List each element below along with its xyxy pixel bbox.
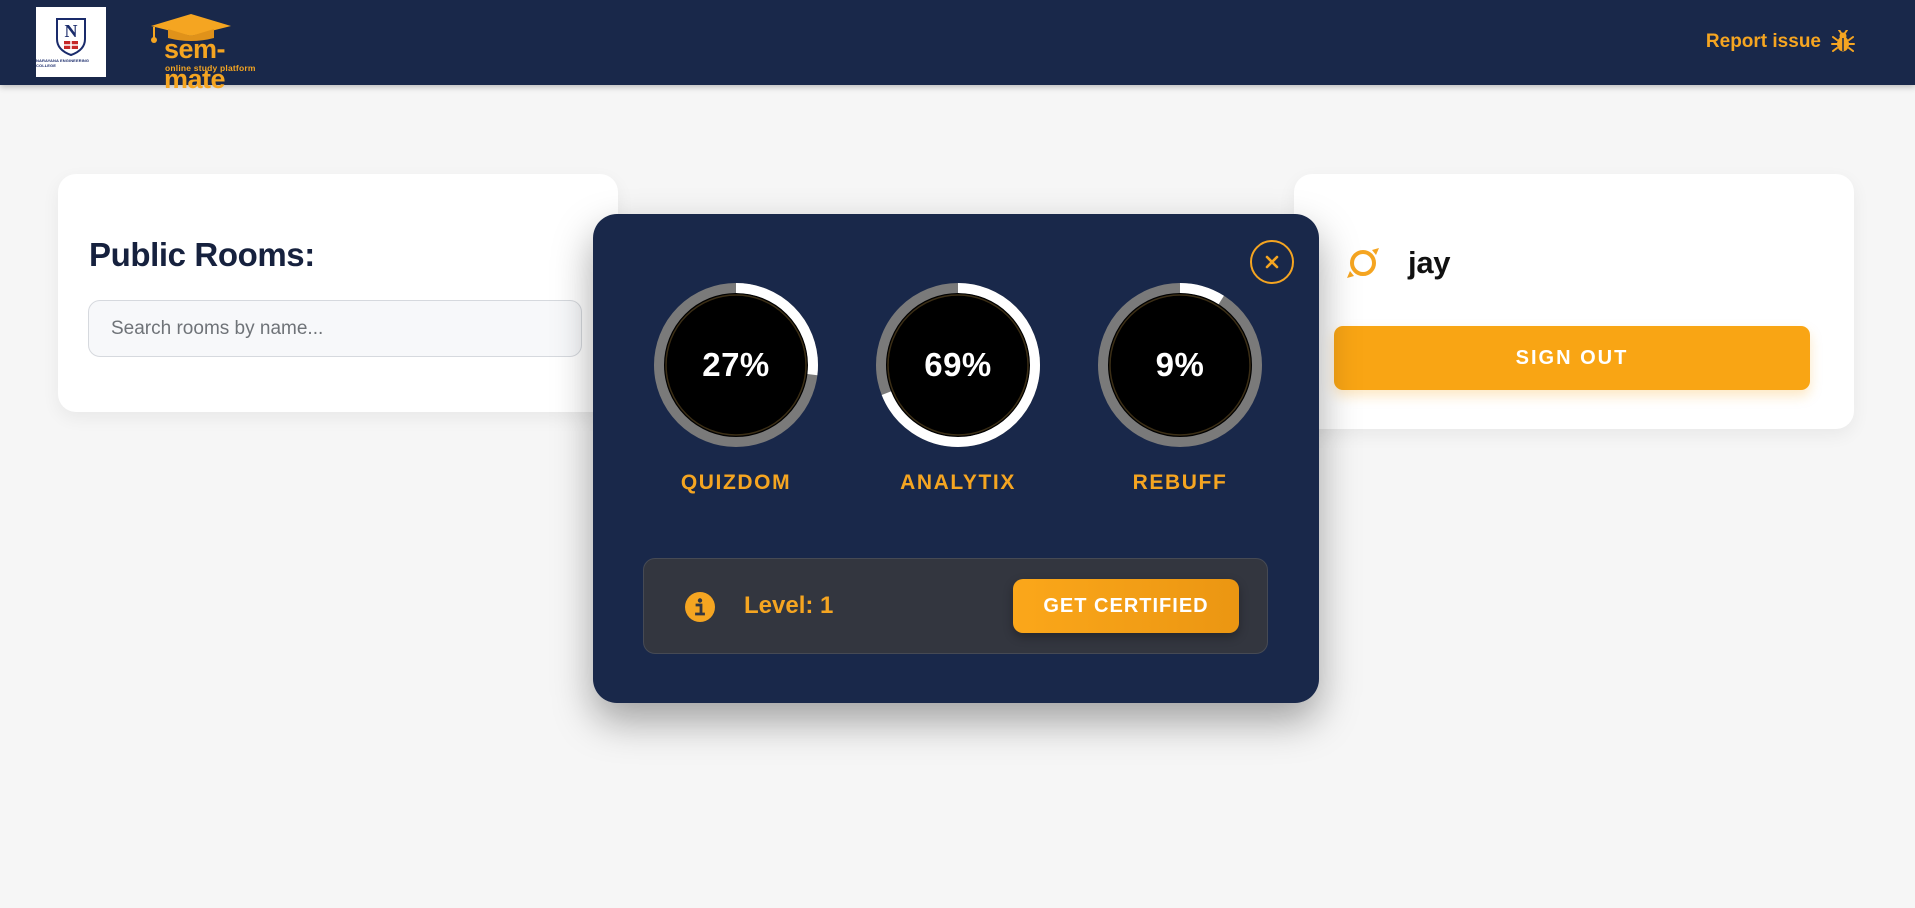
sign-out-button[interactable]: SIGN OUT [1334, 326, 1810, 390]
gauge-analytix: 69% [875, 282, 1041, 448]
close-button[interactable] [1250, 240, 1294, 284]
gauge-label-quizdom: QUIZDOM [680, 471, 792, 494]
username: jay [1408, 245, 1451, 280]
close-icon [1265, 255, 1279, 269]
get-certified-button[interactable]: GET CERTIFIED [1013, 579, 1239, 633]
gauge-label-analytix: ANALYTIX [900, 471, 1016, 494]
gauge-percent: 27% [702, 346, 770, 383]
progress-modal: 27% QUIZDOM 69% ANALYTIX 9% REBUFF Level… [593, 214, 1319, 703]
college-logo-text: NARAYANA ENGINEERING COLLEGE [36, 57, 90, 68]
report-issue-link[interactable]: Report issue [1706, 28, 1855, 56]
report-issue-label: Report issue [1705, 31, 1821, 52]
level-text: Level: 1 [744, 592, 834, 619]
level-panel: Level: 1 GET CERTIFIED [643, 558, 1268, 654]
avatar-orbit-icon [1347, 248, 1379, 278]
gauge-rebuff: 9% [1097, 282, 1263, 448]
gauge-percent: 69% [924, 346, 992, 383]
info-icon [685, 592, 715, 622]
gauge-percent: 9% [1155, 346, 1205, 383]
college-crest-icon: N [56, 17, 86, 56]
brand-tagline: online study platform [165, 63, 256, 73]
user-info: jay [1344, 244, 1451, 282]
top-navbar: N NARAYANA ENGINEERING COLLEGE sem-mate … [0, 0, 1915, 94]
room-search-input[interactable] [88, 300, 582, 357]
college-logo[interactable]: N NARAYANA ENGINEERING COLLEGE [36, 7, 106, 77]
brand-logo[interactable]: sem-mate online study platform [146, 12, 276, 94]
gauge-quizdom: 27% [653, 282, 819, 448]
gauge-label-rebuff: REBUFF [1132, 471, 1228, 494]
public-rooms-title: Public Rooms: [89, 236, 315, 273]
svg-text:N: N [65, 21, 78, 41]
bug-icon [1831, 30, 1855, 52]
public-rooms-card: Public Rooms: [58, 174, 618, 412]
profile-card: jay SIGN OUT [1294, 174, 1854, 429]
